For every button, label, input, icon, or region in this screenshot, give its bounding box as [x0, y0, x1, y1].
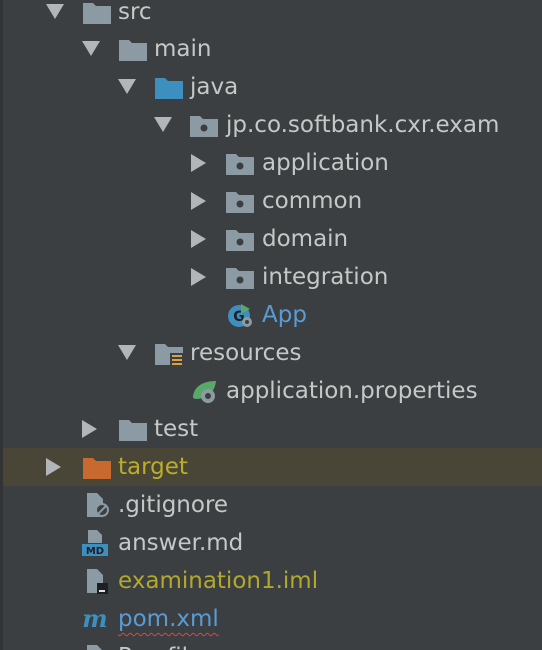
folder-icon: [82, 0, 112, 25]
expand-arrow-icon[interactable]: [154, 117, 172, 132]
package-icon: [225, 226, 255, 252]
tree-row-main[interactable]: main: [0, 30, 542, 68]
resources-folder-icon: [154, 340, 184, 366]
tree-item-label: resources: [190, 340, 302, 366]
tree-row-src[interactable]: src: [0, 0, 542, 31]
tree-row-pom-xml[interactable]: m pom.xml: [0, 600, 542, 638]
tree-item-label: jp.co.softbank.cxr.exam: [226, 112, 500, 138]
expand-arrow-icon[interactable]: [118, 79, 136, 94]
ignored-file-icon: [84, 492, 114, 518]
tree-row-package-root[interactable]: jp.co.softbank.cxr.exam: [0, 106, 542, 144]
package-icon: [225, 150, 255, 176]
tree-row-domain[interactable]: domain: [0, 220, 542, 258]
tree-row-application-properties[interactable]: application.properties: [0, 372, 542, 410]
collapse-arrow-icon[interactable]: [191, 268, 206, 286]
folder-icon: [118, 36, 148, 62]
svg-text:MD: MD: [86, 546, 104, 556]
tree-item-label: application: [262, 150, 389, 176]
tree-item-label: application.properties: [226, 378, 478, 404]
tree-row-target[interactable]: target: [3, 448, 542, 486]
collapse-arrow-icon[interactable]: [191, 154, 206, 172]
tree-row-answer-md[interactable]: MD answer.md: [0, 524, 542, 562]
maven-icon: m: [80, 606, 110, 632]
spring-boot-class-icon: G: [226, 302, 256, 328]
tree-row-procfile[interactable]: Procfile: [0, 638, 542, 650]
expand-arrow-icon[interactable]: [118, 345, 136, 360]
excluded-folder-icon: [82, 454, 112, 480]
source-folder-icon: [154, 74, 184, 100]
tree-item-label: .gitignore: [118, 492, 229, 518]
tree-item-label: java: [190, 74, 239, 100]
iml-file-icon: [84, 568, 114, 594]
tree-item-label: domain: [262, 226, 349, 252]
tree-row-examination1-iml[interactable]: examination1.iml: [0, 562, 542, 600]
package-icon: [189, 112, 219, 138]
tree-item-label: main: [154, 36, 212, 62]
spring-properties-icon: [190, 378, 220, 404]
file-icon: [84, 644, 114, 650]
tree-item-label: pom.xml: [118, 600, 219, 638]
tree-item-label: src: [118, 0, 152, 25]
expand-arrow-icon[interactable]: [46, 4, 64, 19]
tree-item-label: Procfile: [118, 638, 202, 650]
tree-item-label: examination1.iml: [118, 568, 319, 594]
tree-row-application[interactable]: application: [0, 144, 542, 182]
tree-item-label: common: [262, 188, 363, 214]
expand-arrow-icon[interactable]: [82, 41, 100, 56]
project-tree: src main java jp.co.softbank.cxr.exam ap…: [0, 0, 542, 650]
tree-item-label: answer.md: [118, 530, 244, 556]
collapse-arrow-icon[interactable]: [191, 230, 206, 248]
tree-item-label: App: [262, 302, 307, 328]
tree-row-integration[interactable]: integration: [0, 258, 542, 296]
package-icon: [225, 264, 255, 290]
tree-row-test[interactable]: test: [0, 410, 542, 448]
tree-row-resources[interactable]: resources: [0, 334, 542, 372]
collapse-arrow-icon[interactable]: [191, 192, 206, 210]
tree-row-java[interactable]: java: [0, 68, 542, 106]
tree-row-common[interactable]: common: [0, 182, 542, 220]
tree-row-gitignore[interactable]: .gitignore: [0, 486, 542, 524]
collapse-arrow-icon[interactable]: [46, 458, 61, 476]
tree-row-app[interactable]: G App: [0, 296, 542, 334]
svg-text:m: m: [82, 606, 107, 632]
tree-item-label: target: [118, 454, 188, 480]
markdown-file-icon: MD: [82, 530, 112, 556]
tree-item-label: test: [154, 416, 199, 442]
collapse-arrow-icon[interactable]: [82, 420, 97, 438]
folder-icon: [118, 416, 148, 442]
tree-item-label: integration: [262, 264, 389, 290]
spelling-squiggle: pom.xml: [118, 606, 219, 632]
package-icon: [225, 188, 255, 214]
